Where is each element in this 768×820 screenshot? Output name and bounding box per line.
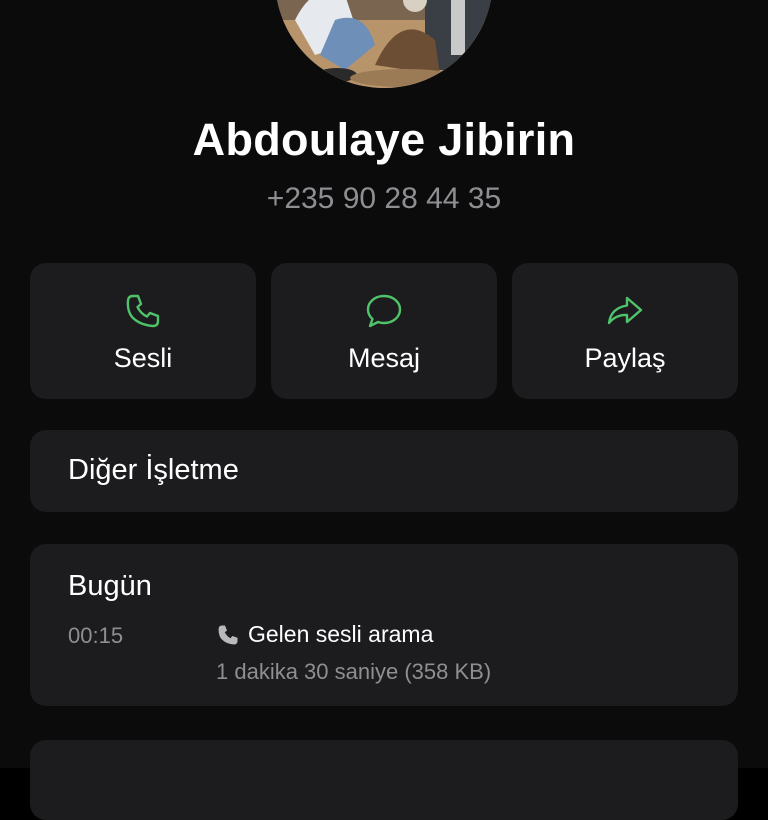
message-icon xyxy=(271,291,497,331)
message-button[interactable]: Mesaj xyxy=(271,263,497,399)
contact-phone-number: +235 90 28 44 35 xyxy=(266,182,502,215)
share-icon xyxy=(512,291,738,331)
share-button[interactable]: Paylaş xyxy=(512,263,738,399)
business-category: Diğer İşletme xyxy=(68,454,239,486)
action-buttons: Sesli Mesaj Paylaş xyxy=(30,263,738,399)
call-history-date: Bugün xyxy=(68,570,152,602)
business-info-card[interactable]: Diğer İşletme xyxy=(30,430,738,512)
call-history-card: Bugün 00:15 Gelen sesli arama 1 dakika 3… xyxy=(30,544,738,706)
call-time: 00:15 xyxy=(68,623,124,648)
phone-icon xyxy=(216,623,240,647)
voice-call-label: Sesli xyxy=(113,343,173,373)
phone-icon xyxy=(30,291,256,331)
contact-info-screen: Abdoulaye Jibirin +235 90 28 44 35 Sesli… xyxy=(0,0,768,820)
contact-name: Abdoulaye Jibirin xyxy=(192,114,576,165)
avatar-photo xyxy=(275,0,493,88)
share-label: Paylaş xyxy=(584,343,666,373)
message-label: Mesaj xyxy=(347,343,421,373)
call-type-label: Gelen sesli arama xyxy=(248,621,434,647)
next-section-card xyxy=(30,740,738,820)
avatar[interactable] xyxy=(275,0,493,88)
call-type: Gelen sesli arama xyxy=(216,621,433,648)
call-duration-size: 1 dakika 30 saniye (358 KB) xyxy=(216,659,492,684)
voice-call-button[interactable]: Sesli xyxy=(30,263,256,399)
